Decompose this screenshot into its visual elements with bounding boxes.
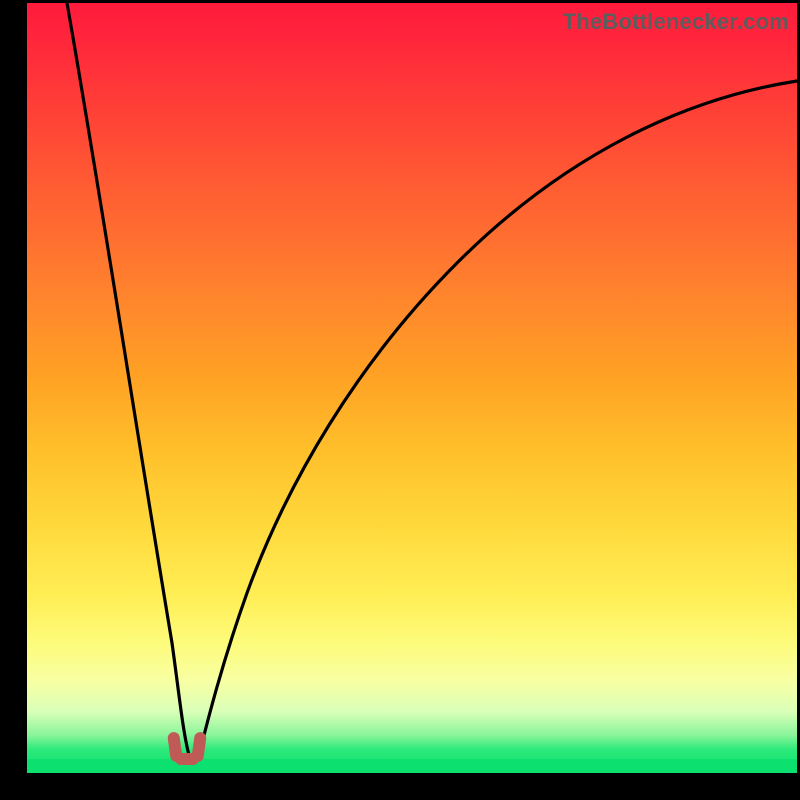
optimal-marker bbox=[167, 731, 207, 765]
green-baseline bbox=[27, 759, 797, 773]
plot-area: TheBottlenecker.com bbox=[27, 3, 797, 773]
marker-base bbox=[175, 753, 199, 765]
bottleneck-curve bbox=[27, 3, 797, 773]
chart-frame: TheBottlenecker.com bbox=[0, 0, 800, 800]
curve-path bbox=[67, 3, 797, 755]
